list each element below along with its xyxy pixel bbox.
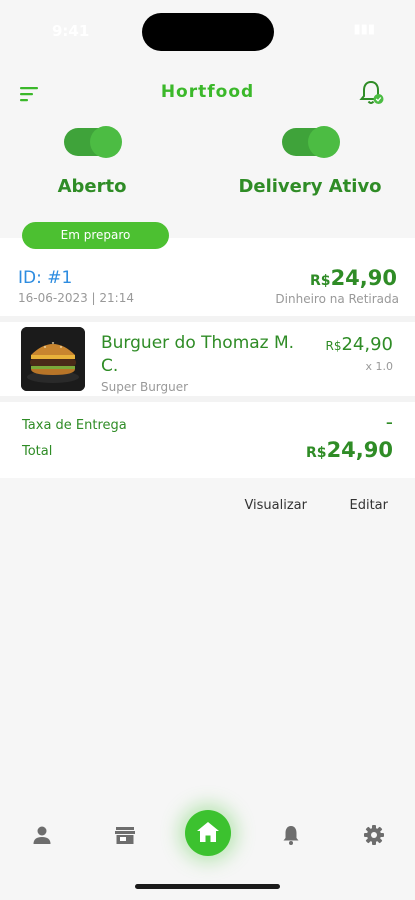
order-price: R$24,90 xyxy=(310,266,397,290)
edit-order-link[interactable]: Editar xyxy=(350,498,389,513)
view-order-link[interactable]: Visualizar xyxy=(244,498,307,513)
bell-icon[interactable] xyxy=(280,824,302,846)
list-item: Burguer do Thomaz M. C. Super Burguer R$… xyxy=(0,316,415,402)
order-currency: R$ xyxy=(310,273,331,289)
delivery-fee-value: - xyxy=(385,410,393,434)
total-price: R$24,90 xyxy=(306,438,393,462)
order-date: 16-06-2023 | 21:14 xyxy=(18,291,134,305)
item-price: R$24,90 xyxy=(325,334,393,355)
nav-home-button[interactable] xyxy=(185,810,231,856)
toggle-knob xyxy=(308,126,340,158)
status-bar: 9:41 ▮▮▮ xyxy=(0,0,415,60)
total-currency: R$ xyxy=(306,445,327,461)
home-icon xyxy=(197,822,219,842)
gear-icon[interactable] xyxy=(363,824,385,846)
delivery-fee-label: Taxa de Entrega xyxy=(22,418,127,433)
order-actions: Visualizar Editar xyxy=(0,498,415,518)
delivery-toggle-switch[interactable] xyxy=(282,126,340,158)
payment-method: Dinheiro na Retirada xyxy=(275,292,399,306)
delivery-toggle-block: Delivery Ativo xyxy=(230,126,390,197)
item-currency: R$ xyxy=(325,339,342,353)
dynamic-island xyxy=(142,13,274,51)
app-header: Hortfood xyxy=(0,74,415,114)
notification-bell-icon[interactable] xyxy=(359,78,385,108)
person-icon[interactable] xyxy=(31,824,53,846)
item-name: Burguer do Thomaz M. C. xyxy=(101,333,295,376)
open-toggle-block: Aberto xyxy=(12,126,172,197)
order-status-badge: Em preparo xyxy=(22,222,169,249)
order-id: ID: #1 xyxy=(18,268,73,288)
status-indicators: ▮▮▮ xyxy=(353,22,375,37)
home-indicator xyxy=(135,884,280,889)
status-time: 9:41 xyxy=(52,22,90,40)
order-card[interactable]: ID: #1 16-06-2023 | 21:14 R$24,90 Dinhei… xyxy=(0,238,415,478)
total-label: Total xyxy=(22,444,53,459)
bottom-nav xyxy=(0,808,415,864)
app-title: Hortfood xyxy=(160,82,255,102)
open-toggle-switch[interactable] xyxy=(64,126,122,158)
store-icon[interactable] xyxy=(114,824,136,846)
burger-image xyxy=(21,327,85,391)
order-total-amount: 24,90 xyxy=(330,266,397,290)
total-amount: 24,90 xyxy=(326,438,393,462)
item-quantity: x 1.0 xyxy=(365,360,394,373)
delivery-toggle-label: Delivery Ativo xyxy=(238,176,382,197)
item-price-amount: 24,90 xyxy=(341,334,393,355)
item-category: Super Burguer xyxy=(101,380,189,394)
toggle-knob xyxy=(90,126,122,158)
open-toggle-label: Aberto xyxy=(57,176,127,197)
